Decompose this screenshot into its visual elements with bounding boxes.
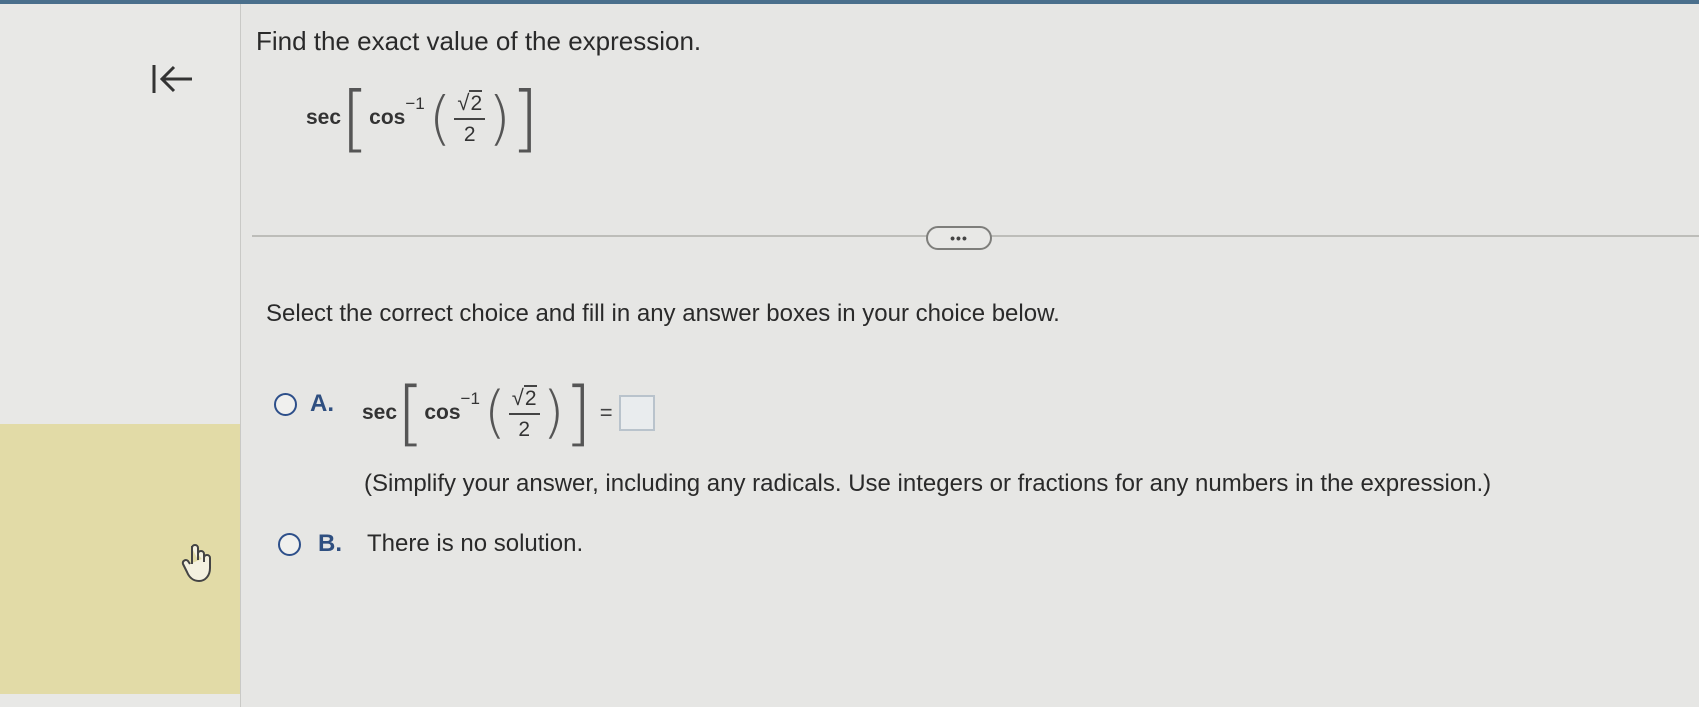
question-title: Find the exact value of the expression.: [256, 26, 702, 56]
radicand: 2: [469, 89, 483, 115]
choice-b-text: There is no solution.: [367, 530, 584, 557]
fraction: √2 2: [454, 89, 486, 147]
collapse-left-icon: [152, 65, 192, 93]
fraction: √2 2: [508, 384, 540, 442]
fraction-denominator: 2: [518, 417, 531, 441]
right-bracket: ]: [510, 76, 539, 160]
sec-function: sec: [362, 401, 398, 424]
radicand: 2: [523, 384, 537, 410]
choice-b-radio[interactable]: [278, 533, 301, 556]
right-paren: ): [542, 380, 565, 445]
sec-function: sec: [306, 106, 342, 129]
fraction-denominator: 2: [463, 122, 476, 146]
sqrt-icon: √: [511, 384, 524, 410]
choice-b-letter: B.: [318, 530, 342, 557]
equals-sign: =: [599, 400, 613, 425]
fraction-numerator: √2: [454, 89, 486, 120]
right-bracket: ]: [564, 372, 592, 454]
inverse-exponent: −1: [460, 389, 480, 408]
hand-pointer-icon: [181, 544, 211, 582]
right-paren: ): [488, 84, 511, 152]
inverse-exponent: −1: [405, 94, 425, 113]
collapse-button[interactable]: [144, 56, 200, 102]
choice-a-hint: (Simplify your answer, including any rad…: [364, 470, 1492, 497]
choice-a-letter: A.: [310, 390, 334, 417]
sqrt-icon: √: [457, 89, 470, 115]
left-bracket: [: [341, 76, 370, 160]
sidebar: [0, 4, 241, 707]
left-bracket: [: [397, 372, 425, 454]
instruction-text: Select the correct choice and fill in an…: [266, 300, 1060, 327]
fraction-numerator: √2: [508, 384, 540, 415]
answer-input-box[interactable]: [618, 395, 655, 431]
choice-a-expression: sec [ cos −1 ( √2 2 ) ] =: [362, 378, 655, 448]
choice-a-radio[interactable]: [274, 393, 297, 416]
cos-function: cos: [424, 401, 461, 424]
left-paren: (: [428, 84, 452, 152]
left-paren: (: [483, 380, 506, 445]
question-expression: sec [ cos −1 ( √2 2 ) ]: [306, 82, 539, 154]
more-options-button[interactable]: •••: [926, 226, 992, 250]
cos-function: cos: [369, 106, 406, 129]
